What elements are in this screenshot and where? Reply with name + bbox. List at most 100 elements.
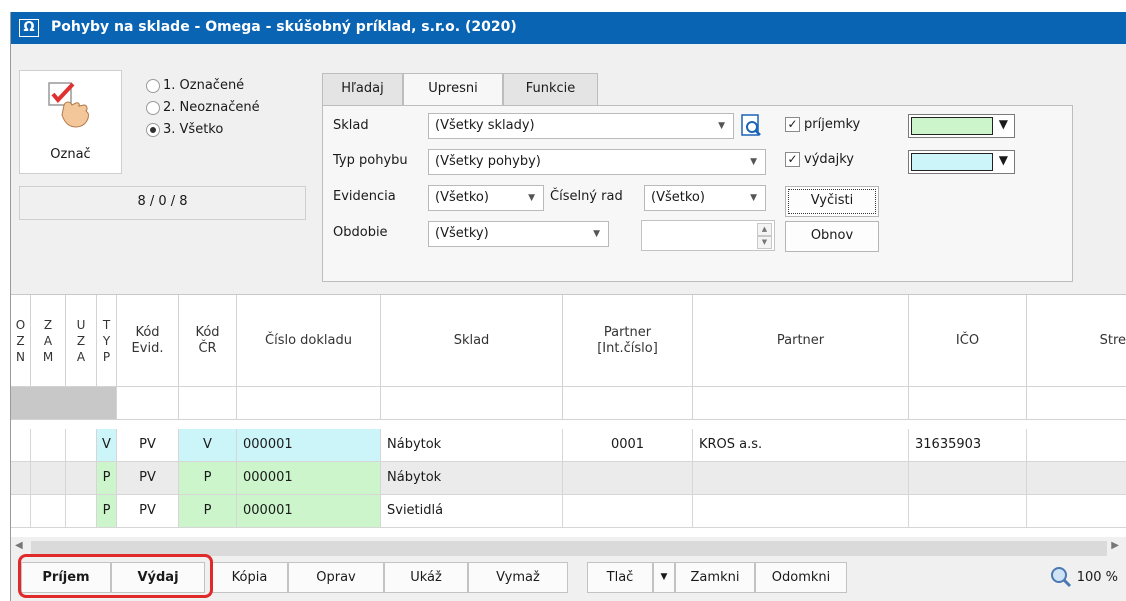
radio-oznacene[interactable]: 1. Označené: [146, 78, 244, 93]
column-header[interactable]: Číslo dokladu: [237, 295, 381, 387]
ciselny-rad-select[interactable]: (Všetko) ▼: [644, 185, 766, 211]
column-header[interactable]: Stre: [1027, 295, 1126, 387]
spin-down-icon[interactable]: ▼: [757, 236, 772, 249]
odomkni-button[interactable]: Odomkni: [755, 562, 847, 593]
chevron-down-icon: ▼: [718, 121, 725, 131]
checkmark-icon: ✓: [785, 117, 800, 132]
table-row[interactable]: P PV P 000001 Svietidlá: [11, 495, 1126, 528]
vydajky-color-picker[interactable]: ▼: [908, 150, 1015, 174]
tab-hladaj[interactable]: Hľadaj: [322, 73, 403, 105]
partner-int-cell: [563, 495, 693, 528]
column-header[interactable]: Partner [Int.číslo]: [563, 295, 693, 387]
filter-cell[interactable]: [693, 387, 909, 420]
partner-int-cell: 0001: [563, 429, 693, 462]
radio-vsetko[interactable]: 3. Všetko: [146, 122, 223, 137]
prijemky-color-picker[interactable]: ▼: [908, 114, 1015, 138]
filter-cell[interactable]: [237, 387, 381, 420]
zoom-control[interactable]: 100 %: [1050, 566, 1118, 588]
tab-funkcie[interactable]: Funkcie: [503, 73, 598, 105]
vycisti-button[interactable]: Vyčisti: [785, 186, 879, 217]
column-header[interactable]: Sklad: [381, 295, 563, 387]
spin-up-icon[interactable]: ▲: [757, 223, 772, 236]
title-bar: Ω Pohyby na sklade - Omega - skúšobný pr…: [11, 12, 1126, 44]
column-header[interactable]: IČO: [909, 295, 1027, 387]
tlac-button[interactable]: Tlač: [587, 562, 653, 593]
oprav-button[interactable]: Oprav: [288, 562, 384, 593]
vydajky-label: výdajky: [804, 152, 854, 167]
radio-label: 3. Všetko: [163, 122, 224, 137]
zoom-level: 100 %: [1076, 569, 1118, 585]
zam-cell: [31, 495, 66, 528]
filter-cell: [11, 387, 117, 420]
ciselny-rad-label: Číselný rad: [550, 189, 623, 204]
vymaz-button[interactable]: Vymaž: [468, 562, 568, 593]
radio-circle-selected: [146, 122, 160, 137]
scroll-left-icon[interactable]: ◀: [15, 540, 23, 551]
omega-app-icon: Ω: [19, 19, 39, 37]
typ-pohybu-select[interactable]: (Všetky pohyby) ▼: [428, 149, 766, 175]
partner-cell: [693, 495, 909, 528]
period-spinner[interactable]: ▲ ▼: [641, 220, 775, 251]
column-header[interactable]: T Y P: [97, 295, 117, 387]
column-header[interactable]: Z A M: [31, 295, 66, 387]
obdobie-select[interactable]: (Všetky) ▼: [428, 221, 609, 247]
filter-cell[interactable]: [117, 387, 179, 420]
tlac-dropdown-icon[interactable]: ▼: [653, 562, 675, 593]
ukaz-button[interactable]: Ukáž: [384, 562, 468, 593]
kopia-button[interactable]: Kópia: [211, 562, 288, 593]
kod-cr-cell: P: [179, 495, 237, 528]
mark-button-label: Označ: [50, 147, 91, 162]
obdobie-label: Obdobie: [333, 225, 388, 240]
mark-button[interactable]: Označ: [19, 70, 122, 174]
evidencia-select[interactable]: (Všetko) ▼: [428, 185, 544, 211]
partner-cell: [693, 462, 909, 495]
partner-cell: KROS a.s.: [693, 429, 909, 462]
highlight-frame: [18, 554, 213, 598]
magnifier-icon: [1050, 567, 1071, 588]
filter-cell[interactable]: [381, 387, 563, 420]
filter-cell[interactable]: [179, 387, 237, 420]
typ-pohybu-label: Typ pohybu: [333, 153, 408, 168]
data-grid: O Z N Z A M U Z A T Y P Kód Evid. Kód ČR…: [11, 294, 1126, 559]
filter-panel: Sklad (Všetky sklady) ▼ Typ pohybu (Všet…: [322, 105, 1073, 282]
filter-cell[interactable]: [909, 387, 1027, 420]
ozn-cell: [11, 495, 31, 528]
column-header[interactable]: Kód ČR: [179, 295, 237, 387]
uza-cell: [66, 429, 97, 462]
stre-cell: [1027, 495, 1126, 528]
radio-label: 1. Označené: [163, 78, 245, 93]
prijemky-checkbox[interactable]: ✓ príjemky: [785, 117, 860, 132]
search-document-icon[interactable]: [739, 114, 763, 138]
ico-cell: [909, 495, 1027, 528]
column-header[interactable]: O Z N: [11, 295, 31, 387]
prijemky-label: príjemky: [804, 117, 861, 132]
vydajky-checkbox[interactable]: ✓ výdajky: [785, 152, 854, 167]
ico-cell: [909, 462, 1027, 495]
kod-cr-cell: P: [179, 462, 237, 495]
column-header[interactable]: U Z A: [66, 295, 97, 387]
sklad-cell: Nábytok: [381, 462, 563, 495]
column-header[interactable]: Partner: [693, 295, 909, 387]
radio-neoznacene[interactable]: 2. Neoznačené: [146, 100, 260, 115]
chevron-down-icon: ▼: [528, 193, 535, 203]
table-row[interactable]: P PV P 000001 Nábytok: [11, 462, 1126, 495]
obnov-button[interactable]: Obnov: [785, 221, 879, 252]
typ-pohybu-value: (Všetky pohyby): [435, 154, 541, 169]
radio-circle: [146, 78, 160, 93]
zamkni-button[interactable]: Zamkni: [675, 562, 755, 593]
filter-cell[interactable]: [563, 387, 693, 420]
table-row[interactable]: V PV V 000001 Nábytok 0001 KROS a.s. 316…: [11, 429, 1126, 462]
ozn-cell: [11, 429, 31, 462]
kod-evid-cell: PV: [117, 462, 179, 495]
evidencia-value: (Všetko): [435, 190, 489, 205]
dropdown-arrow-icon: ▼: [998, 153, 1008, 167]
partner-int-cell: [563, 462, 693, 495]
typ-cell: V: [97, 429, 117, 462]
filter-cell[interactable]: [1027, 387, 1126, 420]
column-header[interactable]: Kód Evid.: [117, 295, 179, 387]
uza-cell: [66, 495, 97, 528]
scroll-right-icon[interactable]: ▶: [1111, 540, 1119, 551]
tab-upresni[interactable]: Upresni: [403, 73, 503, 107]
sklad-select[interactable]: (Všetky sklady) ▼: [428, 113, 734, 139]
uza-cell: [66, 462, 97, 495]
